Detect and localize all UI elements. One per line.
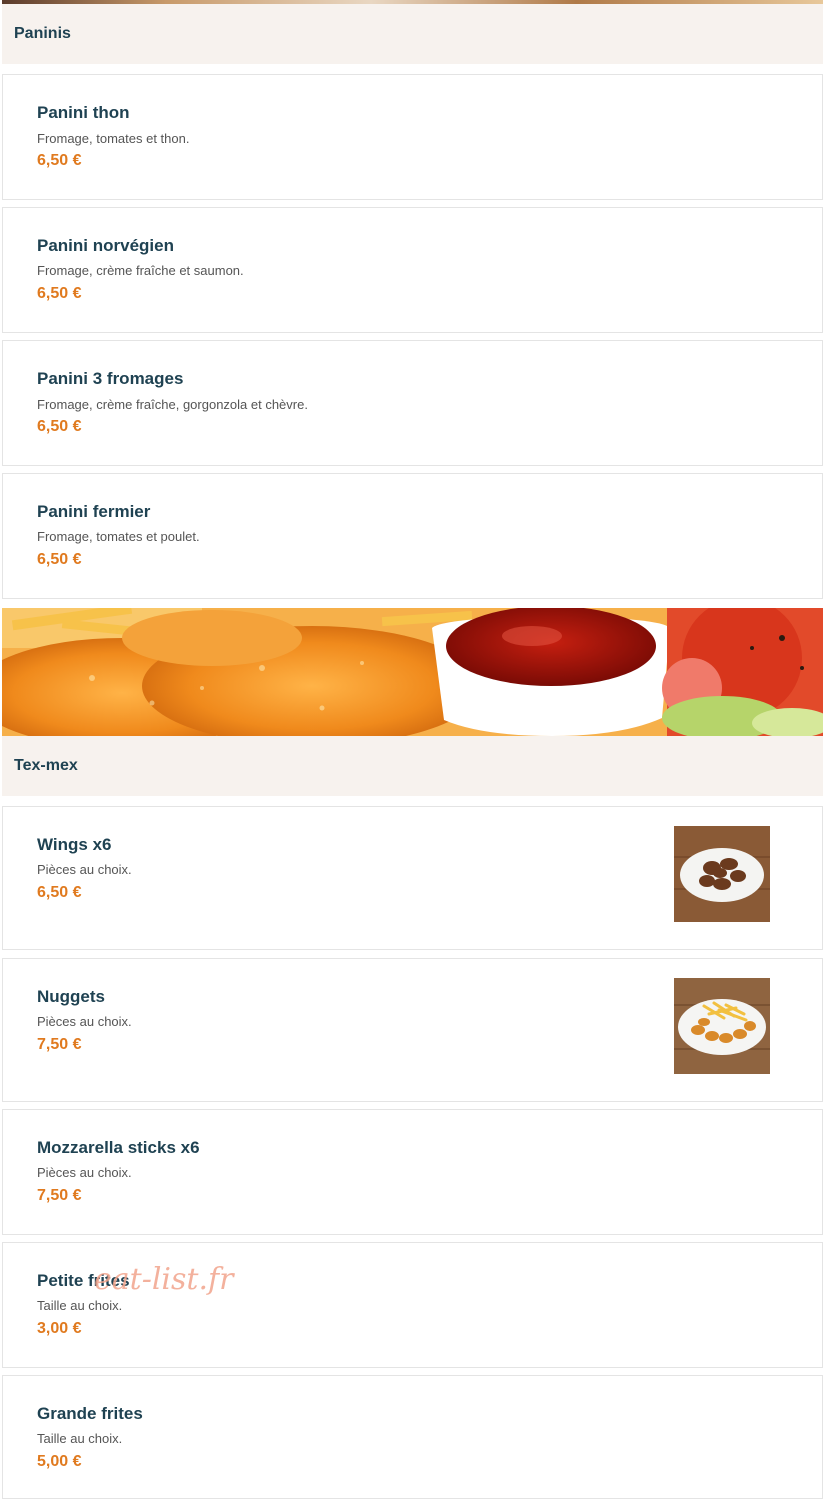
item-name: Mozzarella sticks x6 [37, 1138, 200, 1157]
item-name: Panini thon [37, 103, 130, 122]
menu-item-card[interactable]: Grande frites Taille au choix. 5,00 € [2, 1375, 823, 1499]
item-name: Grande frites [37, 1404, 143, 1423]
menu-item-card[interactable]: Panini norvégien Fromage, crème fraîche … [2, 207, 823, 333]
menu-item-card[interactable]: Nuggets Pièces au choix. 7,50 € [2, 958, 823, 1102]
item-price: 6,50 € [37, 884, 82, 901]
item-price: 3,00 € [37, 1320, 82, 1337]
menu-item-card[interactable]: Panini 3 fromages Fromage, crème fraîche… [2, 340, 823, 466]
item-name: Panini norvégien [37, 236, 174, 255]
item-price: 6,50 € [37, 418, 82, 435]
item-price: 7,50 € [37, 1187, 82, 1204]
item-name: Nuggets [37, 987, 105, 1006]
category-header-tex-mex: Tex-mex [2, 736, 823, 796]
item-price: 6,50 € [37, 152, 82, 169]
menu-item-card[interactable]: Panini fermier Fromage, tomates et poule… [2, 473, 823, 599]
watermark: eat-list.fr [94, 1262, 234, 1297]
item-description: Taille au choix. [37, 1431, 123, 1446]
nuggets-photo [674, 978, 770, 1074]
item-description: Taille au choix. [37, 1298, 123, 1313]
item-price: 6,50 € [37, 551, 82, 568]
item-description: Pièces au choix. [37, 862, 132, 877]
item-name: Wings x6 [37, 835, 112, 854]
item-name: Panini 3 fromages [37, 369, 184, 388]
category-header-paninis: Paninis [2, 4, 823, 64]
menu-item-card[interactable]: Panini thon Fromage, tomates et thon. 6,… [2, 74, 823, 200]
category-title: Tex-mex [14, 757, 78, 774]
item-description: Fromage, tomates et poulet. [37, 529, 200, 544]
item-price: 6,50 € [37, 285, 82, 302]
menu-item-card[interactable]: Wings x6 Pièces au choix. 6,50 € [2, 806, 823, 950]
item-description: Pièces au choix. [37, 1165, 132, 1180]
item-price: 5,00 € [37, 1453, 82, 1470]
item-description: Fromage, crème fraîche et saumon. [37, 263, 244, 278]
item-description: Pièces au choix. [37, 1014, 132, 1029]
item-name: Panini fermier [37, 502, 151, 521]
item-description: Fromage, crème fraîche, gorgonzola et ch… [37, 397, 308, 412]
item-description: Fromage, tomates et thon. [37, 131, 190, 146]
category-title: Paninis [14, 25, 71, 42]
wings-photo [674, 826, 770, 922]
menu-item-card[interactable]: Mozzarella sticks x6 Pièces au choix. 7,… [2, 1109, 823, 1235]
tex-mex-banner-image [2, 608, 823, 736]
menu-item-card[interactable]: Petite frites Taille au choix. 3,00 € [2, 1242, 823, 1368]
item-price: 7,50 € [37, 1036, 82, 1053]
